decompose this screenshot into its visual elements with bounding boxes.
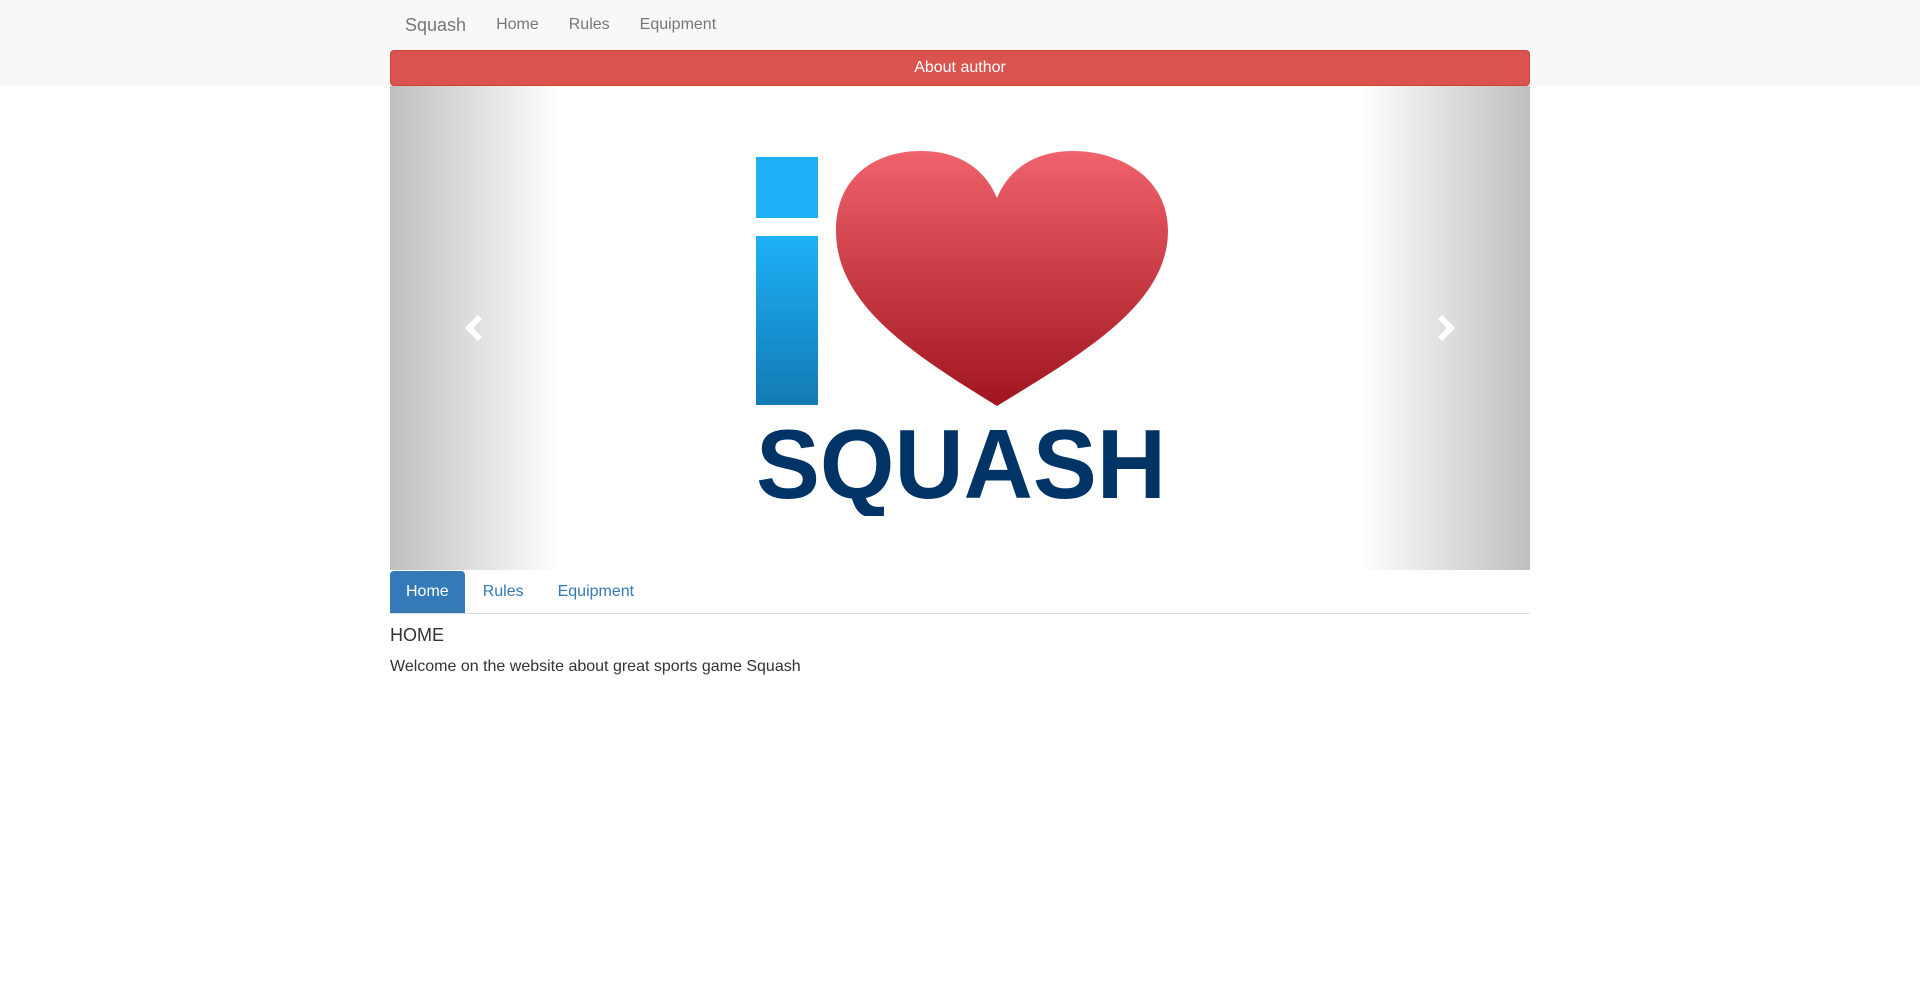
i-love-squash-logo: SQUASH (756, 151, 1168, 516)
chevron-right-icon (1437, 314, 1456, 342)
carousel-next-control[interactable] (1359, 86, 1530, 570)
tab-home[interactable]: Home (390, 571, 465, 613)
tab-equipment[interactable]: Equipment (542, 571, 651, 613)
image-carousel: SQUASH (390, 86, 1530, 570)
section-title: HOME (390, 625, 444, 645)
carousel-prev-control[interactable] (390, 86, 561, 570)
tab-rules[interactable]: Rules (467, 571, 540, 613)
nav-link-rules[interactable]: Rules (554, 0, 625, 50)
section-text: Welcome on the website about great sport… (390, 658, 801, 675)
heart-icon (836, 151, 1168, 406)
chevron-left-icon (464, 314, 483, 342)
about-author-button[interactable]: About author (390, 50, 1530, 86)
nav-link-home[interactable]: Home (481, 0, 554, 50)
navbar-brand[interactable]: Squash (390, 0, 481, 50)
content-tabs: Home Rules Equipment (390, 570, 1530, 614)
main-container: Squash Home Rules Equipment About author (390, 0, 1530, 678)
top-navbar: Squash Home Rules Equipment (390, 0, 1530, 50)
letter-i (756, 157, 818, 405)
logo-word: SQUASH (756, 409, 1166, 516)
nav-link-equipment[interactable]: Equipment (625, 0, 732, 50)
